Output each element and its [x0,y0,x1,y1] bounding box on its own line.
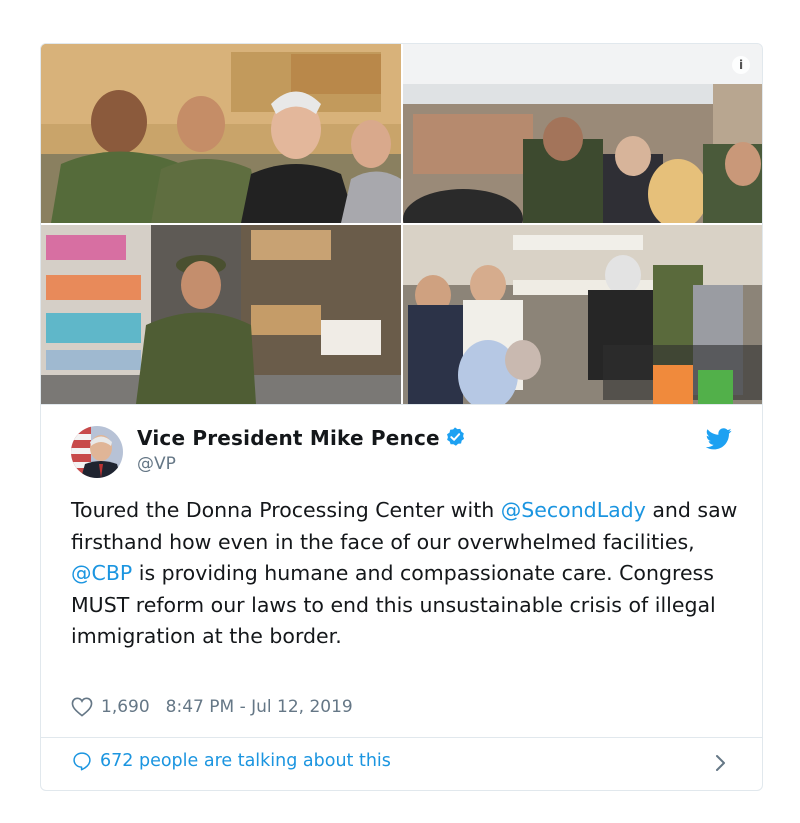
tweet-timestamp[interactable]: 8:47 PM - Jul 12, 2019 [166,697,353,717]
photo-processing-center-crowd[interactable]: i [403,44,762,223]
comment-bubble-icon [73,752,91,771]
author-name-text[interactable]: Vice President Mike Pence [137,426,440,450]
footer-divider [41,737,762,738]
author-handle[interactable]: @VP [137,454,176,474]
tweet-text-part: Toured the Donna Processing Center with [71,498,501,522]
chevron-right-icon[interactable] [714,753,728,773]
info-icon[interactable]: i [732,56,750,74]
tweet-text: Toured the Donna Processing Center with … [71,495,741,653]
like-count[interactable]: 1,690 [101,697,150,717]
author-name[interactable]: Vice President Mike Pence [137,426,466,450]
avatar[interactable] [71,426,123,478]
mention-link-cbp[interactable]: @CBP [71,561,132,585]
talking-link[interactable]: 672 people are talking about this [72,751,391,771]
talking-text[interactable]: 672 people are talking about this [100,751,391,771]
media-divider [41,404,762,405]
tweet-embed-card[interactable]: i [40,43,763,791]
tweet-text-part: is providing humane and compassionate ca… [71,561,716,648]
photo-agent-by-supply-shelves[interactable] [41,225,401,404]
verified-badge-icon [446,427,464,446]
media-grid[interactable]: i [41,44,762,404]
mention-link-secondlady[interactable]: @SecondLady [501,498,646,522]
tweet-meta-row: 1,690 8:47 PM - Jul 12, 2019 [71,695,353,719]
photo-pence-with-border-patrol-agents[interactable] [41,44,401,223]
photo-pence-with-children[interactable] [403,225,762,404]
twitter-bird-icon[interactable] [706,428,732,450]
heart-icon[interactable] [71,697,93,717]
